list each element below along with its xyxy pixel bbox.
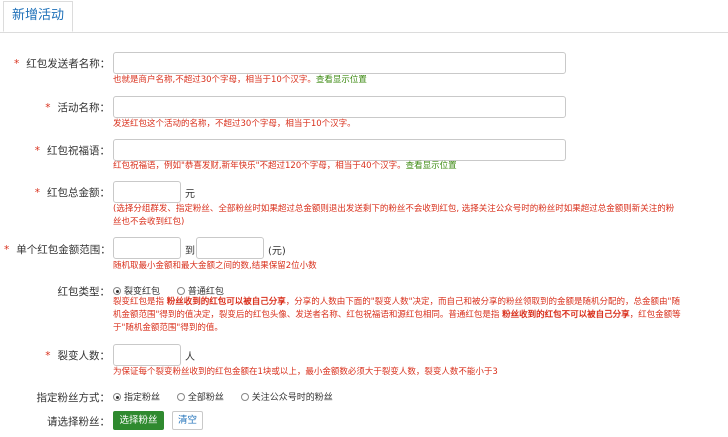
activity-hint: 发送红包这个活动的名称，不超过30个字母，相当于10个汉字。 — [113, 119, 356, 129]
fission-hint: 为保证每个裂变粉丝收到的红包金额在1块或以上，最小金额数必须大于裂变人数，裂变人… — [113, 367, 498, 377]
wish-view-position-link[interactable]: 查看显示位置 — [406, 161, 457, 171]
required-mark: * — [34, 187, 40, 199]
wish-label: * 红包祝福语： — [34, 145, 110, 157]
range-unit: (元) — [268, 246, 286, 257]
range-min-input[interactable] — [113, 237, 181, 259]
radio-unchecked-icon — [176, 393, 185, 401]
total-unit: 元 — [185, 189, 195, 200]
target-label: 指定粉丝方式： — [36, 392, 111, 404]
activity-label: * 活动名称： — [45, 102, 110, 114]
sender-label: * 红包发送者名称： — [14, 58, 111, 70]
tab-bar: 新增活动 — [0, 0, 728, 33]
required-mark: * — [4, 244, 10, 256]
required-mark: * — [34, 145, 40, 157]
sender-input[interactable] — [113, 52, 566, 74]
fission-count-input[interactable] — [113, 344, 181, 366]
range-max-input[interactable] — [196, 237, 264, 259]
range-label: * 单个红包金额范围： — [4, 244, 111, 256]
total-label: * 红包总金额： — [34, 187, 110, 199]
fission-unit: 人 — [185, 352, 195, 363]
wish-input[interactable] — [113, 139, 566, 161]
radio-unchecked-icon — [240, 393, 249, 401]
total-hint: (选择分组群发、指定粉丝、全部粉丝时如果超过总金额则退出发送剩下的粉丝不会收到红… — [113, 204, 675, 227]
sender-hint: 也就是商户名称,不超过30个字母，相当于10个汉字。查看显示位置 — [113, 75, 367, 85]
type-description: 裂变红包是指 粉丝收到的红包可以被自己分享，分享的人数由下面的"裂变人数"决定，… — [113, 297, 681, 333]
target-option-specified[interactable]: 指定粉丝 — [113, 390, 160, 403]
activity-input[interactable] — [113, 96, 566, 118]
target-option-all[interactable]: 全部粉丝 — [176, 390, 224, 403]
tab-new-activity[interactable]: 新增活动 — [3, 1, 73, 32]
required-mark: * — [45, 350, 51, 362]
fission-label: * 裂变人数： — [45, 350, 110, 362]
select-fans-button[interactable]: 选择粉丝 — [113, 411, 164, 430]
clear-button[interactable]: 清空 — [172, 411, 203, 430]
radio-unchecked-icon — [176, 287, 185, 295]
target-radio-group: 指定粉丝 全部粉丝 关注公众号时的粉丝 — [113, 390, 347, 403]
select-label: 请选择粉丝： — [47, 416, 110, 428]
required-mark: * — [14, 58, 20, 70]
range-hint: 随机取最小金额和最大金额之间的数,结果保留2位小数 — [113, 261, 317, 271]
radio-checked-icon — [113, 393, 121, 401]
total-amount-input[interactable] — [113, 181, 181, 203]
type-label: 红包类型： — [57, 286, 111, 298]
required-mark: * — [45, 102, 51, 114]
range-to-text: 到 — [185, 246, 195, 257]
wish-hint: 红包祝福语，例如"恭喜发财,新年快乐"不超过120个字母，相当于40个汉字。查看… — [113, 161, 457, 171]
target-option-followers[interactable]: 关注公众号时的粉丝 — [240, 390, 333, 403]
radio-checked-icon — [113, 287, 121, 295]
sender-view-position-link[interactable]: 查看显示位置 — [316, 75, 367, 85]
